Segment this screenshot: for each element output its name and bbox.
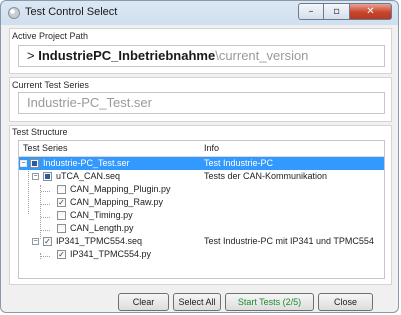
row-checkbox[interactable] (57, 224, 66, 233)
close-icon: ✕ (366, 6, 375, 17)
tree-row[interactable]: CAN_Mapping_Plugin.py (19, 183, 384, 196)
column-header-info[interactable]: Info (204, 143, 219, 153)
tree-row[interactable]: CAN_Timing.py (19, 209, 384, 222)
row-checkbox[interactable] (57, 211, 66, 220)
tree-row[interactable]: − Industrie-PC_Test.ser Test Industrie-PC (19, 157, 384, 170)
start-tests-button[interactable]: Start Tests (2/5) (225, 293, 314, 311)
app-icon (8, 7, 20, 19)
row-checkbox[interactable]: ✓ (57, 250, 66, 259)
row-checkbox[interactable] (43, 172, 52, 181)
collapse-icon[interactable]: − (32, 238, 39, 245)
row-checkbox[interactable]: ✓ (43, 237, 52, 246)
collapse-icon[interactable]: − (20, 160, 27, 167)
row-label: CAN_Mapping_Plugin.py (70, 184, 171, 194)
clear-button[interactable]: Clear (118, 293, 169, 311)
minimize-button[interactable]: – (298, 3, 324, 20)
test-tree[interactable]: Test Series Info − Industrie-PC_Test.ser T… (18, 140, 385, 279)
tree-header: Test Series Info (19, 141, 384, 157)
column-header-test-series[interactable]: Test Series (23, 143, 68, 153)
tree-row[interactable]: − uTCA_CAN.seq Tests der CAN-Kommunikation (19, 170, 384, 183)
project-name: IndustriePC_Inbetriebnahme (38, 48, 216, 63)
title-bar[interactable]: Test Control Select – ▫ ✕ (1, 1, 398, 25)
project-version-suffix: \current_version (215, 48, 309, 63)
active-project-path-field[interactable]: > IndustriePC_Inbetriebnahme\current_ver… (18, 45, 385, 67)
tree-row[interactable]: − ✓ IP341_TPMC554.seq Test Industrie-PC mit… (19, 235, 384, 248)
row-info: Test Industrie-PC (204, 158, 274, 168)
maximize-icon: ▫ (333, 6, 340, 17)
row-label: IP341_TPMC554.py (70, 249, 152, 259)
path-prefix-arrow: > (27, 48, 35, 63)
row-info: Test Industrie-PC mit IP341 und TPMC554 (204, 236, 374, 246)
row-label: Industrie-PC_Test.ser (43, 158, 130, 168)
tree-row[interactable]: ✓ IP341_TPMC554.py (19, 248, 384, 261)
row-label: uTCA_CAN.seq (56, 171, 121, 181)
active-project-label: Active Project Path (12, 31, 89, 41)
row-label: CAN_Timing.py (70, 210, 133, 220)
select-all-button[interactable]: Select All (173, 293, 221, 311)
maximize-button[interactable]: ▫ (324, 3, 350, 20)
minimize-icon: – (308, 6, 314, 17)
window-title: Test Control Select (25, 6, 118, 18)
window-controls: – ▫ ✕ (298, 3, 392, 21)
row-checkbox[interactable]: ✓ (57, 198, 66, 207)
row-checkbox[interactable] (57, 185, 66, 194)
row-info: Tests der CAN-Kommunikation (204, 171, 328, 181)
close-window-button[interactable]: ✕ (350, 3, 392, 20)
dialog-window: Test Control Select – ▫ ✕ Active Project… (0, 0, 399, 313)
row-label: IP341_TPMC554.seq (56, 236, 143, 246)
collapse-icon[interactable]: − (32, 173, 39, 180)
tree-row[interactable]: CAN_Length.py (19, 222, 384, 235)
current-series-label: Current Test Series (12, 80, 89, 90)
row-label: CAN_Length.py (70, 223, 134, 233)
close-button[interactable]: Close (318, 293, 373, 311)
row-checkbox[interactable] (30, 159, 39, 168)
test-structure-label: Test Structure (12, 127, 68, 137)
row-label: CAN_Mapping_Raw.py (70, 197, 164, 207)
current-series-field[interactable]: Industrie-PC_Test.ser (18, 92, 385, 114)
tree-row[interactable]: ✓ CAN_Mapping_Raw.py (19, 196, 384, 209)
